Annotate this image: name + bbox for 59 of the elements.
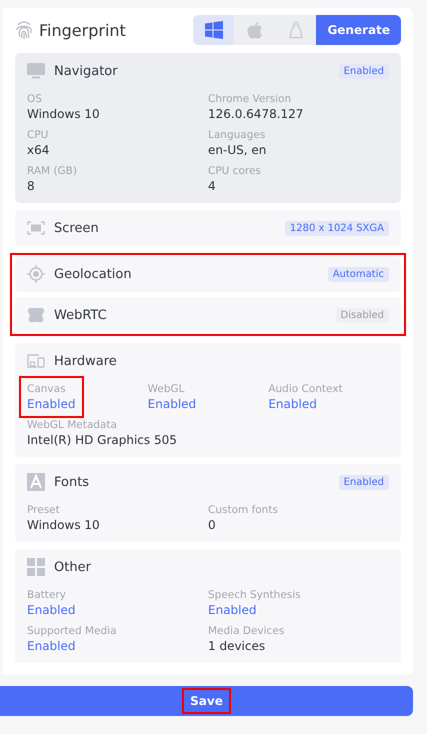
field-value: Intel(R) HD Graphics 505	[27, 432, 177, 448]
field-label: WebGL	[148, 382, 185, 396]
field-label: Audio Context	[268, 382, 343, 396]
field-value: 1 devices	[208, 638, 266, 654]
target-icon	[27, 265, 45, 283]
status-value: Enabled	[27, 396, 76, 412]
field-label: Languages	[208, 128, 266, 142]
section-title: Screen	[54, 220, 100, 236]
status-value: Enabled	[148, 396, 196, 412]
apple-icon	[246, 22, 263, 38]
field-value: x64	[27, 142, 50, 158]
section-title: Hardware	[54, 354, 118, 368]
field-value: Windows 10	[27, 106, 100, 122]
app-title: Fingerprint	[39, 20, 126, 40]
status-value: Enabled	[27, 602, 76, 618]
field-label: Chrome Version	[208, 92, 292, 106]
generate-button[interactable]: Generate	[316, 15, 401, 45]
blob-icon	[27, 307, 45, 323]
os-tab[interactable]	[193, 15, 234, 45]
section-title: Geolocation	[54, 266, 133, 282]
field-label: WebGL Metadata	[27, 418, 117, 432]
status-badge: 1280 x 1024 SXGA	[284, 220, 389, 236]
section-title: Fonts	[54, 474, 90, 490]
penguin-icon	[288, 21, 303, 39]
save-button[interactable]: Save	[184, 690, 229, 712]
section-title: WebRTC	[54, 308, 108, 322]
field-label: OS	[27, 92, 42, 106]
status-badge: Enabled	[338, 64, 389, 78]
section-title: Navigator	[54, 64, 119, 78]
field-label: Custom fonts	[208, 503, 278, 517]
field-label: Media Devices	[208, 624, 284, 638]
grid-icon	[27, 558, 45, 576]
field-label: RAM (GB)	[27, 164, 77, 178]
status-badge: Enabled	[338, 474, 389, 490]
devices-icon	[27, 354, 45, 368]
monitor-icon	[27, 63, 45, 79]
status-value: Enabled	[208, 602, 256, 618]
field-label: Canvas	[27, 382, 66, 396]
field-value: 126.0.6478.127	[208, 106, 304, 122]
font-icon	[27, 473, 45, 491]
field-label: CPU cores	[208, 164, 261, 178]
field-label: Speech Synthesis	[208, 588, 301, 602]
field-value: 0	[208, 517, 216, 533]
status-value: Enabled	[268, 396, 317, 412]
windows-icon	[204, 21, 223, 39]
field-value: 8	[27, 178, 35, 194]
fingerprint-icon	[15, 20, 33, 40]
section-title: Other	[54, 560, 92, 574]
field-label: Supported Media	[27, 624, 117, 638]
field-label: CPU	[27, 128, 48, 142]
screen-frame-icon	[27, 221, 45, 235]
status-badge: Automatic	[328, 266, 389, 282]
field-value: Windows 10	[27, 517, 100, 533]
field-label: Preset	[27, 503, 60, 517]
field-value: en-US, en	[208, 142, 266, 158]
field-value: 4	[208, 178, 216, 194]
status-value: Enabled	[27, 638, 76, 654]
status-badge: Disabled	[336, 308, 389, 322]
field-label: Battery	[27, 588, 66, 602]
